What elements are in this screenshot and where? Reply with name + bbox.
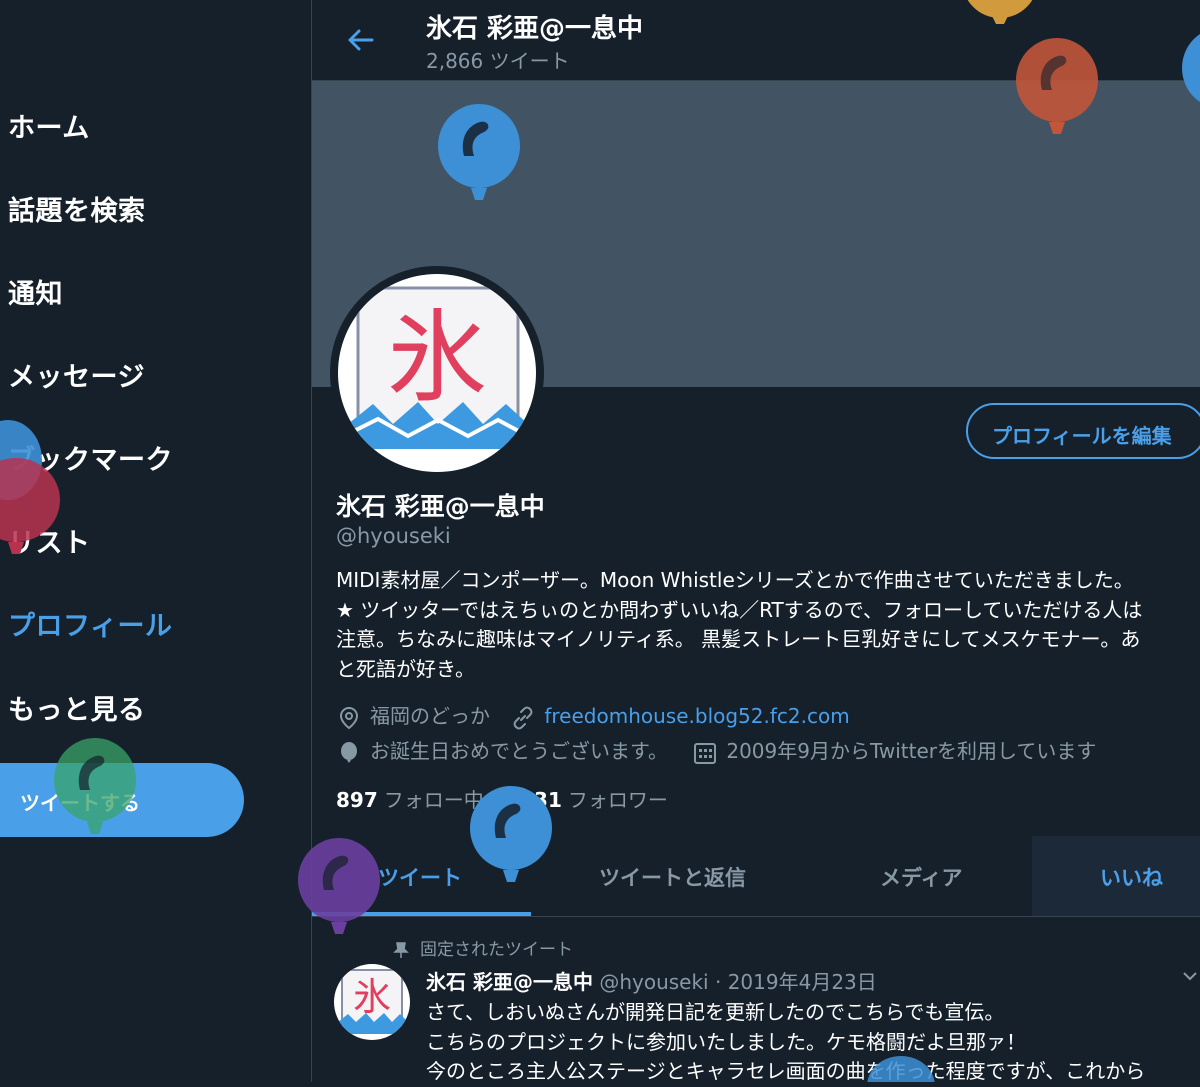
- back-button[interactable]: [342, 20, 382, 60]
- link-icon: [513, 706, 533, 729]
- tab-tweets-label: ツイート: [378, 866, 462, 890]
- profile-joined: 2009年9月からTwitterを利用しています: [726, 739, 1097, 763]
- tweet-separator: ·: [714, 970, 722, 994]
- balloon-icon: [341, 741, 357, 763]
- sidebar: ホーム 話題を検索 通知 メッセージ ブックマーク リスト プロフィール もっと…: [0, 0, 312, 1082]
- following-link[interactable]: 897 フォロー中: [336, 788, 484, 812]
- header-tweet-count: 2,866 ツイート: [426, 49, 570, 73]
- tab-media-label: メディア: [880, 866, 963, 890]
- profile-header: 氷石 彩亜@一息中 2,866 ツイート: [312, 0, 1200, 81]
- nav-bookmarks[interactable]: ブックマーク: [8, 438, 173, 477]
- location-pin-icon: [339, 706, 359, 729]
- tab-tweets[interactable]: ツイート: [312, 836, 531, 916]
- bio-line: と死語が好き。: [336, 656, 475, 681]
- tweet-line: 今のところ主人公ステージとキャラセレ画面の曲を作った程度ですが、これから: [426, 1059, 1146, 1083]
- bio-line: ★ ツイッターではえちぃのとか問わずいいね／RTするので、フォローしていただける…: [336, 597, 1143, 622]
- following-count: 897: [336, 788, 378, 812]
- profile-column: 氷石 彩亜@一息中 2,866 ツイート 氷 プロフィールを編集 氷石 彩亜@一…: [312, 0, 1200, 1083]
- profile-name: 氷石 彩亜@一息中: [336, 492, 545, 521]
- nav-explore[interactable]: 話題を検索: [8, 189, 146, 228]
- followers-label: フォロワー: [567, 788, 668, 812]
- nav-more[interactable]: もっと見る: [8, 688, 146, 727]
- tweet-avatar[interactable]: 氷: [334, 964, 410, 1040]
- pin-icon: [393, 942, 409, 958]
- followers-count: 531: [520, 788, 562, 812]
- tweet-button[interactable]: ツイートする: [0, 763, 244, 837]
- chevron-down-icon[interactable]: [1180, 966, 1200, 986]
- profile-handle: @hyouseki: [336, 524, 451, 548]
- nav-notifications[interactable]: 通知: [8, 272, 63, 311]
- profile-website-link[interactable]: freedomhouse.blog52.fc2.com: [544, 704, 849, 728]
- profile-bio: MIDI素材屋／コンポーザー。Moon Whistleシリーズとかで作曲させてい…: [336, 566, 1200, 684]
- profile-birthday: お誕生日おめでとうございます。: [370, 739, 668, 763]
- calendar-icon: [694, 742, 717, 764]
- profile-meta-row-1: 福岡のどっか freedomhouse.blog52.fc2.com: [336, 700, 850, 731]
- nav-messages[interactable]: メッセージ: [8, 355, 145, 394]
- edit-profile-label: プロフィールを編集: [992, 424, 1172, 448]
- tweet-date[interactable]: 2019年4月23日: [728, 970, 877, 994]
- avatar-image: 氷: [338, 274, 536, 472]
- tab-media[interactable]: メディア: [813, 836, 1032, 916]
- edit-profile-button[interactable]: プロフィールを編集: [966, 403, 1200, 459]
- follow-stats: 897 フォロー中 531 フォロワー: [336, 784, 668, 813]
- profile-avatar[interactable]: 氷: [330, 266, 544, 480]
- tab-tweets-replies-label: ツイートと返信: [599, 866, 746, 890]
- nav-profile[interactable]: プロフィール: [8, 604, 172, 643]
- tweet-author-name[interactable]: 氷石 彩亜@一息中: [426, 970, 593, 994]
- active-tab-indicator: [312, 912, 531, 916]
- nav-home[interactable]: ホーム: [8, 106, 90, 145]
- tweet-line: こちらのプロジェクトに参加いたしました。ケモ格闘だよ旦那ァ！: [426, 1029, 1026, 1054]
- tweet-author-handle: @hyouseki: [599, 970, 709, 994]
- nav-lists[interactable]: リスト: [8, 521, 91, 560]
- tweet-text: さて、しおいぬさんが開発日記を更新したのでこちらでも宣伝。 こちらのプロジェクト…: [426, 998, 1200, 1087]
- pinned-label: 固定されたツイート: [420, 940, 573, 960]
- profile-meta-row-2: お誕生日おめでとうございます。 2009年9月からTwitterを利用しています: [336, 735, 1096, 766]
- bio-line: MIDI素材屋／コンポーザー。Moon Whistleシリーズとかで作曲させてい…: [336, 568, 1134, 592]
- pinned-indicator: 固定されたツイート: [392, 935, 573, 960]
- tab-tweets-replies[interactable]: ツイートと返信: [531, 836, 813, 916]
- profile-location: 福岡のどっか: [370, 704, 490, 728]
- tab-likes-label: いいね: [1100, 866, 1163, 890]
- tab-likes[interactable]: いいね: [1032, 836, 1200, 916]
- back-arrow-icon: [348, 29, 374, 51]
- tweet-line: さて、しおいぬさんが開発日記を更新したのでこちらでも宣伝。: [426, 1000, 1005, 1024]
- header-title: 氷石 彩亜@一息中: [426, 14, 644, 44]
- tweet-avatar-glyph: 氷: [353, 975, 391, 1019]
- avatar-glyph: 氷: [387, 299, 487, 416]
- profile-tabs: ツイート ツイートと返信 メディア いいね: [312, 836, 1200, 917]
- followers-link[interactable]: 531 フォロワー: [520, 788, 668, 812]
- following-label: フォロー中: [383, 788, 484, 812]
- tweet-button-label: ツイートする: [20, 791, 140, 815]
- tweet-header: 氷石 彩亜@一息中 @hyouseki · 2019年4月23日: [426, 966, 877, 995]
- bio-line: 注意。ちなみに趣味はマイノリティ系。 黒髪ストレート巨乳好きにしてメスケモナー。…: [336, 627, 1141, 651]
